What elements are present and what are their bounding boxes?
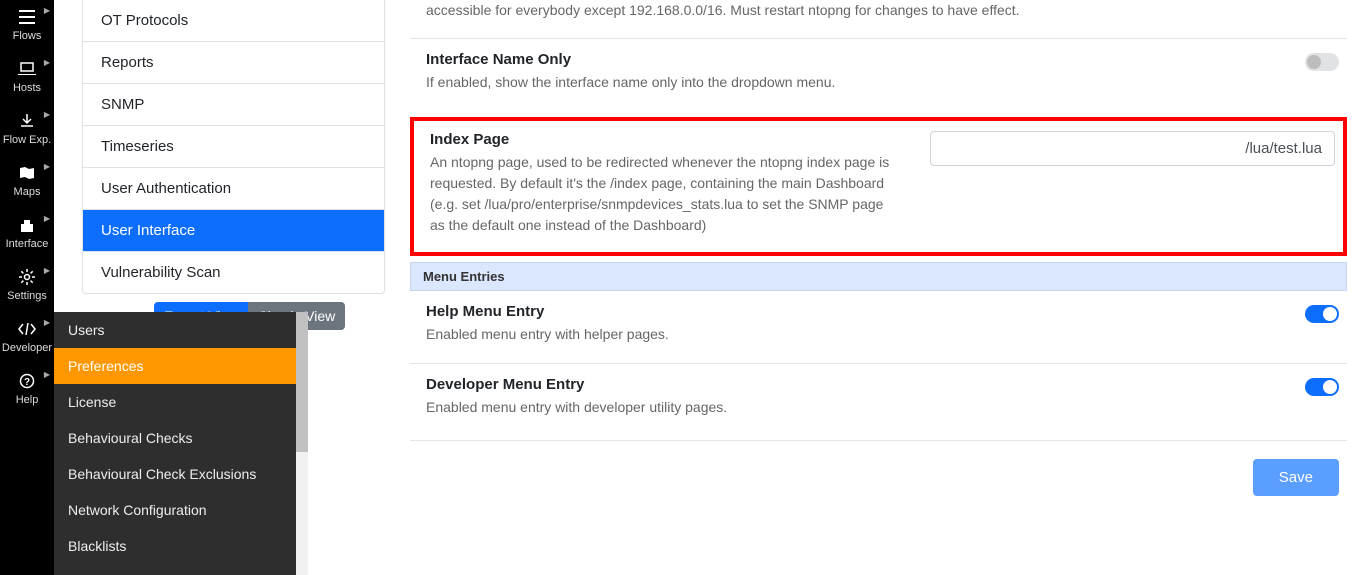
building-icon	[19, 216, 35, 234]
developer-menu-desc: Enabled menu entry with developer utilit…	[426, 397, 1285, 418]
submenu-network-configuration[interactable]: Network Configuration	[54, 492, 308, 528]
nav-flowexp[interactable]: Flow Exp. ▶	[0, 104, 54, 156]
pref-item-reports[interactable]: Reports	[83, 42, 384, 84]
setting-interface-name-only: Interface Name Only If enabled, show the…	[410, 38, 1347, 111]
nav-interface[interactable]: Interface ▶	[0, 208, 54, 260]
nav-developer-label: Developer	[2, 342, 52, 354]
caret-icon: ▶	[44, 370, 50, 379]
help-menu-desc: Enabled menu entry with helper pages.	[426, 324, 1285, 345]
download-icon	[20, 112, 34, 130]
caret-icon: ▶	[44, 58, 50, 67]
nav-settings-label: Settings	[7, 290, 47, 302]
developer-menu-toggle[interactable]	[1305, 378, 1339, 396]
interface-name-only-desc: If enabled, show the interface name only…	[426, 72, 1285, 93]
caret-icon: ▶	[44, 214, 50, 223]
main-settings-panel: accessible for everybody except 192.168.…	[410, 0, 1347, 575]
caret-icon: ▶	[44, 162, 50, 171]
nav-maps-label: Maps	[14, 186, 41, 198]
nav-maps[interactable]: Maps ▶	[0, 156, 54, 208]
caret-icon: ▶	[44, 110, 50, 119]
nav-interface-label: Interface	[6, 238, 49, 250]
setting-help-menu-entry: Help Menu Entry Enabled menu entry with …	[410, 291, 1347, 363]
gear-icon	[19, 268, 35, 286]
settings-submenu: Users Preferences License Behavioural Ch…	[54, 312, 308, 575]
index-page-title: Index Page	[430, 131, 890, 148]
nav-settings[interactable]: Settings ▶	[0, 260, 54, 312]
nav-help-label: Help	[16, 394, 39, 406]
interface-name-only-toggle[interactable]	[1305, 53, 1339, 71]
submenu-scrollbar-thumb[interactable]	[296, 312, 308, 452]
submenu-behavioural-check-exclusions[interactable]: Behavioural Check Exclusions	[54, 456, 308, 492]
help-menu-toggle[interactable]	[1305, 305, 1339, 323]
developer-menu-title: Developer Menu Entry	[426, 376, 1285, 393]
pref-item-ot-protocols[interactable]: OT Protocols	[83, 0, 384, 42]
submenu-preferences[interactable]: Preferences	[54, 348, 308, 384]
laptop-icon	[18, 60, 36, 78]
nav-flowexp-label: Flow Exp.	[3, 134, 51, 146]
nav-hosts[interactable]: Hosts ▶	[0, 52, 54, 104]
setting-index-page-highlighted: Index Page An ntopng page, used to be re…	[410, 117, 1347, 256]
pref-item-timeseries[interactable]: Timeseries	[83, 126, 384, 168]
nav-help[interactable]: ? Help ▶	[0, 364, 54, 416]
index-page-input[interactable]	[930, 131, 1335, 166]
help-icon: ?	[19, 372, 35, 390]
svg-text:?: ?	[24, 377, 30, 388]
save-button[interactable]: Save	[1253, 459, 1339, 496]
nav-flows-label: Flows	[13, 30, 42, 42]
setting-developer-menu-entry: Developer Menu Entry Enabled menu entry …	[410, 363, 1347, 436]
index-page-desc: An ntopng page, used to be redirected wh…	[430, 152, 890, 236]
caret-icon: ▶	[44, 318, 50, 327]
submenu-behavioural-checks[interactable]: Behavioural Checks	[54, 420, 308, 456]
caret-icon: ▶	[44, 266, 50, 275]
menu-entries-section-label: Menu Entries	[410, 262, 1347, 291]
submenu-blacklists[interactable]: Blacklists	[54, 528, 308, 564]
pref-item-snmp[interactable]: SNMP	[83, 84, 384, 126]
code-icon	[18, 320, 36, 338]
pref-item-user-interface[interactable]: User Interface	[83, 210, 384, 252]
nav-developer[interactable]: Developer ▶	[0, 312, 54, 364]
pref-item-user-authentication[interactable]: User Authentication	[83, 168, 384, 210]
pref-item-vulnerability-scan[interactable]: Vulnerability Scan	[83, 252, 384, 293]
map-icon	[19, 164, 35, 182]
caret-icon: ▶	[44, 6, 50, 15]
preferences-sidebar: OT Protocols Reports SNMP Timeseries Use…	[82, 0, 385, 294]
submenu-license[interactable]: License	[54, 384, 308, 420]
icon-sidebar: Flows ▶ Hosts ▶ Flow Exp. ▶ Maps ▶ Inter…	[0, 0, 54, 575]
submenu-users[interactable]: Users	[54, 312, 308, 348]
interface-name-only-title: Interface Name Only	[426, 51, 1285, 68]
nav-hosts-label: Hosts	[13, 82, 41, 94]
nav-flows[interactable]: Flows ▶	[0, 0, 54, 52]
truncated-previous-desc: accessible for everybody except 192.168.…	[410, 0, 1347, 38]
help-menu-title: Help Menu Entry	[426, 303, 1285, 320]
bars-icon	[19, 8, 35, 26]
